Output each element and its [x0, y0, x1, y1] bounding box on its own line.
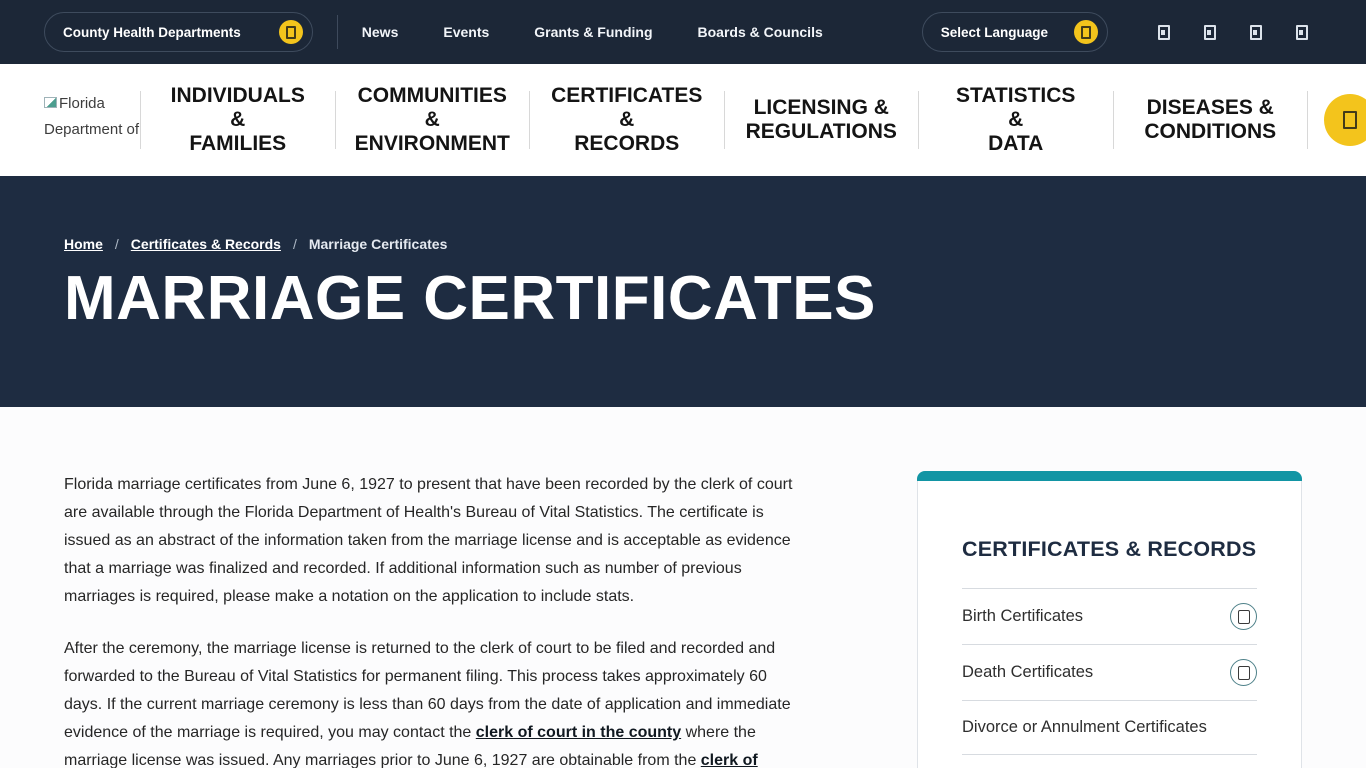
nav-item-line: FAMILIES — [147, 132, 329, 156]
chevron-down-icon — [279, 20, 303, 44]
sidebar-card: CERTIFICATES & RECORDS Birth Certificate… — [917, 481, 1302, 768]
nav-item-statistics-data[interactable]: STATISTICS & DATA — [919, 84, 1113, 156]
search-button[interactable] — [1324, 94, 1366, 146]
missing-glyph-icon — [286, 26, 296, 39]
breadcrumb-home-link[interactable]: Home — [64, 236, 103, 252]
doh-logo[interactable]: Florida Department of Health — [44, 91, 140, 149]
social-icon-4[interactable] — [1296, 25, 1308, 40]
main-navigation: Florida Department of Health INDIVIDUALS… — [0, 64, 1366, 176]
search-icon — [1343, 111, 1357, 129]
divider — [337, 15, 338, 49]
breadcrumb-certificates-records-link[interactable]: Certificates & Records — [131, 236, 281, 252]
utility-bar: County Health Departments News Events Gr… — [0, 0, 1366, 64]
sidebar-item-marriage-certificates[interactable]: Marriage Certificates — [962, 754, 1257, 768]
social-icon-1[interactable] — [1158, 25, 1170, 40]
social-icons — [1158, 25, 1308, 40]
nav-item-line: & — [536, 108, 718, 132]
grants-funding-link[interactable]: Grants & Funding — [534, 24, 652, 40]
expand-icon[interactable] — [1230, 603, 1257, 630]
page-title: MARRIAGE CERTIFICATES — [64, 266, 1366, 331]
page-content: Florida marriage certificates from June … — [0, 407, 1366, 768]
sidebar-item-divorce-annulment-certificates[interactable]: Divorce or Annulment Certificates — [962, 700, 1257, 754]
article-body: Florida marriage certificates from June … — [64, 471, 806, 768]
sidebar-item-birth-certificates[interactable]: Birth Certificates — [962, 588, 1257, 644]
breadcrumb-separator: / — [115, 236, 119, 252]
utility-links: News Events Grants & Funding Boards & Co… — [362, 24, 823, 40]
certificates-records-sidebar: CERTIFICATES & RECORDS Birth Certificate… — [917, 471, 1302, 768]
nav-item-licensing-regulations[interactable]: LICENSING & REGULATIONS — [725, 96, 919, 144]
nav-item-line: REGULATIONS — [731, 120, 913, 144]
nav-item-line: & — [925, 108, 1107, 132]
nav-item-line: DISEASES & — [1120, 96, 1302, 120]
clerk-of-court-county-link[interactable]: clerk of court in the county — [476, 724, 681, 741]
nav-item-line: STATISTICS — [925, 84, 1107, 108]
nav-item-line: ENVIRONMENT — [342, 132, 524, 156]
divider — [1307, 91, 1308, 149]
select-language-label: Select Language — [941, 25, 1048, 40]
missing-glyph-icon — [1238, 610, 1250, 624]
nav-item-line: COMMUNITIES — [342, 84, 524, 108]
breadcrumb-separator: / — [293, 236, 297, 252]
nav-item-line: & — [147, 108, 329, 132]
nav-item-individuals-families[interactable]: INDIVIDUALS & FAMILIES — [141, 84, 335, 156]
social-icon-3[interactable] — [1250, 25, 1262, 40]
social-icon-2[interactable] — [1204, 25, 1216, 40]
sidebar-item-death-certificates[interactable]: Death Certificates — [962, 644, 1257, 700]
breadcrumb: Home / Certificates & Records / Marriage… — [64, 236, 1366, 252]
county-health-departments-label: County Health Departments — [63, 25, 241, 40]
paragraph-2: After the ceremony, the marriage license… — [64, 635, 806, 768]
sidebar-item-label: Divorce or Annulment Certificates — [962, 718, 1207, 737]
select-language-button[interactable]: Select Language — [922, 12, 1108, 52]
sidebar-item-label: Birth Certificates — [962, 607, 1083, 626]
sidebar-list: Birth Certificates Death Certificates Di… — [962, 588, 1257, 768]
broken-image-icon — [44, 97, 57, 108]
nav-item-line: & — [342, 108, 524, 132]
nav-item-diseases-conditions[interactable]: DISEASES & CONDITIONS — [1114, 96, 1308, 144]
expand-icon[interactable] — [1230, 659, 1257, 686]
paragraph-1: Florida marriage certificates from June … — [64, 471, 806, 611]
nav-item-line: CERTIFICATES — [536, 84, 718, 108]
nav-item-certificates-records[interactable]: CERTIFICATES & RECORDS — [530, 84, 724, 156]
news-link[interactable]: News — [362, 24, 399, 40]
globe-icon — [1074, 20, 1098, 44]
nav-item-line: INDIVIDUALS — [147, 84, 329, 108]
missing-glyph-icon — [1238, 666, 1250, 680]
clerk-of-link[interactable]: clerk of — [701, 752, 758, 768]
sidebar-item-label: Death Certificates — [962, 663, 1093, 682]
page-hero: Home / Certificates & Records / Marriage… — [0, 176, 1366, 407]
nav-item-line: RECORDS — [536, 132, 718, 156]
nav-item-communities-environment[interactable]: COMMUNITIES & ENVIRONMENT — [336, 84, 530, 156]
sidebar-heading: CERTIFICATES & RECORDS — [962, 537, 1257, 562]
nav-item-line: CONDITIONS — [1120, 120, 1302, 144]
sidebar-accent-bar — [917, 471, 1302, 481]
county-health-departments-button[interactable]: County Health Departments — [44, 12, 313, 52]
nav-item-line: DATA — [925, 132, 1107, 156]
breadcrumb-current: Marriage Certificates — [309, 236, 448, 252]
events-link[interactable]: Events — [443, 24, 489, 40]
logo-alt-text: Florida Department of Health — [44, 95, 139, 149]
nav-item-line: LICENSING & — [731, 96, 913, 120]
missing-glyph-icon — [1081, 26, 1091, 39]
boards-councils-link[interactable]: Boards & Councils — [698, 24, 823, 40]
